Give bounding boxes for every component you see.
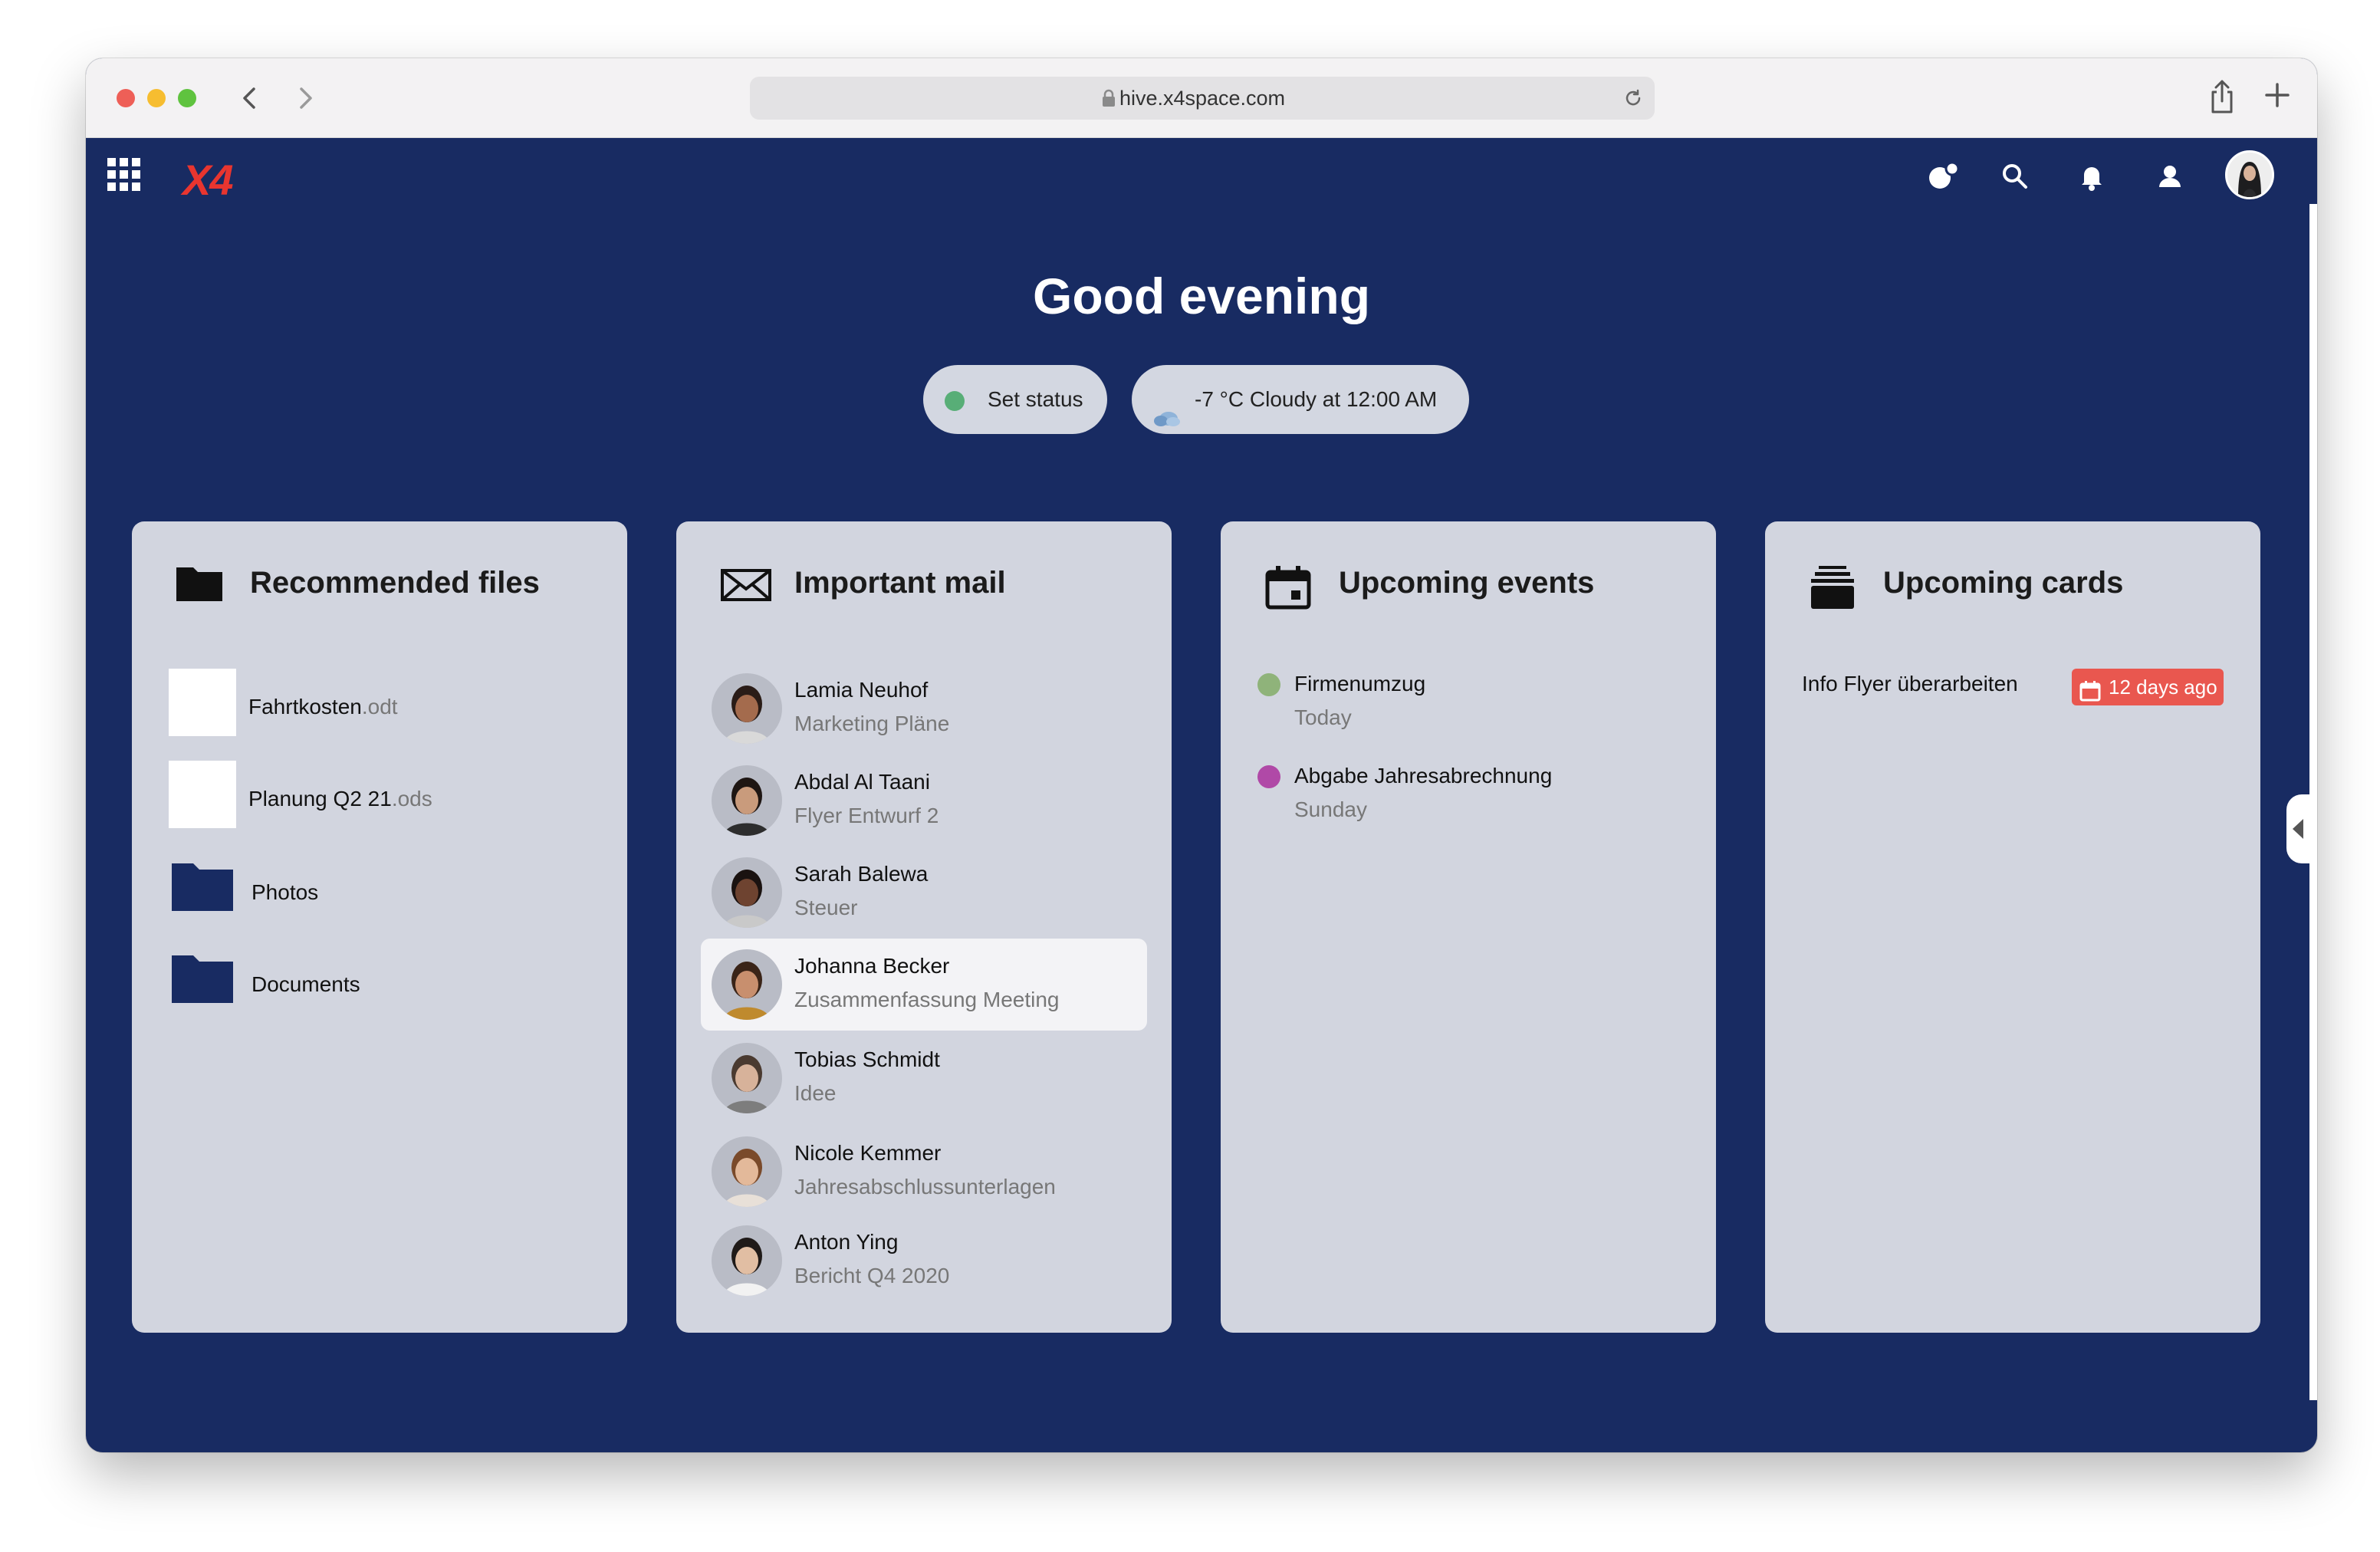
calendar-color-dot [1257,673,1280,696]
app-menu-icon[interactable] [107,158,141,196]
user-avatar[interactable] [2225,150,2274,199]
mail-sender: Lamia Neuhof [794,678,929,702]
event-name: Abgabe Jahresabrechnung [1294,764,1553,788]
file-extension: .ods [391,787,432,811]
mail-sender: Tobias Schmidt [794,1047,940,1071]
event-name: Firmenumzug [1294,672,1426,695]
notifications-icon[interactable] [2078,159,2106,197]
browser-toolbar: hive.x4space.com [86,58,2317,138]
mail-sender: Anton Ying [794,1230,899,1254]
set-status-button[interactable]: Set status [923,365,1107,434]
close-window-button[interactable] [117,89,135,107]
url-text: hive.x4space.com [1119,87,1286,110]
mail-sender: Nicole Kemmer [794,1141,942,1165]
folder-icon [172,952,233,1007]
sender-avatar [712,857,782,928]
mail-subject: Idee [794,1081,837,1105]
weather-button[interactable]: -7 °C Cloudy at 12:00 AM [1132,365,1469,434]
folder-name: Photos [251,880,319,904]
recommended-files-title: Recommended files [250,566,540,600]
contacts-icon[interactable] [2155,159,2185,197]
file-thumbnail [169,669,236,736]
important-mail-card: Important mail Lamia Neuhof Marketing Plä… [676,521,1172,1333]
zoom-window-button[interactable] [178,89,196,107]
mail-sender: Johanna Becker [794,954,950,978]
due-date-badge: 12 days ago [2072,669,2224,705]
sender-avatar [712,1225,782,1296]
dashboard-icon[interactable] [1926,159,1960,197]
mail-item[interactable]: Abdal Al Taani Flyer Entwurf 2 [701,755,1147,847]
file-name: Planung Q2 21 [248,787,392,811]
forward-icon[interactable] [287,80,324,117]
upcoming-cards-title: Upcoming cards [1883,566,2124,600]
mail-subject: Bericht Q4 2020 [794,1264,950,1287]
recommended-files-card: Recommended files Fahrtkosten.odt Planun… [132,521,627,1333]
weather-label: -7 °C Cloudy at 12:00 AM [1195,387,1438,411]
sender-avatar [712,765,782,836]
status-dot [945,391,965,411]
file-thumbnail [169,761,236,828]
folder-icon [172,860,233,915]
mail-subject: Zusammenfassung Meeting [794,988,1060,1011]
mail-sender: Sarah Balewa [794,862,929,886]
mail-subject: Steuer [794,896,858,919]
mail-item[interactable]: Lamia Neuhof Marketing Pläne [701,663,1147,755]
sender-avatar [712,1043,782,1113]
greeting-title: Good evening [1032,268,1371,324]
mail-item[interactable]: Tobias Schmidt Idee [701,1032,1147,1124]
scrollbar[interactable] [2309,204,2317,1400]
calendar-small-icon [2079,676,2101,713]
collapse-arrow-icon [2290,817,2305,844]
upcoming-events-card: Upcoming events Firmenumzug Today Abgabe J… [1221,521,1716,1333]
file-name: Fahrtkosten [248,695,362,718]
upcoming-cards-card: Upcoming cards Info Flyer überarbeiten 1… [1765,521,2260,1333]
mail-subject: Jahresabschlussunterlagen [794,1175,1056,1199]
deck-icon [1810,564,1856,614]
event-time: Sunday [1294,797,1367,821]
share-icon[interactable] [2207,78,2237,119]
mail-item[interactable]: Nicole Kemmer Jahresabschlussunterlagen [701,1126,1147,1218]
mail-subject: Marketing Pläne [794,712,950,735]
new-tab-icon[interactable] [2262,80,2293,114]
deck-card-title[interactable]: Info Flyer überarbeiten [1802,672,2018,696]
sender-avatar [712,949,782,1020]
file-extension: .odt [361,695,398,718]
sender-avatar [712,673,782,744]
set-status-label: Set status [988,387,1083,411]
calendar-color-dot [1257,765,1280,788]
mail-subject: Flyer Entwurf 2 [794,804,939,827]
mail-item[interactable]: Sarah Balewa Steuer [701,847,1147,939]
cloudy-icon [1152,388,1182,457]
calendar-icon [1265,564,1311,614]
sender-avatar [712,1136,782,1207]
minimize-window-button[interactable] [147,89,166,107]
browser-window: hive.x4space.com X4 Good evening Set sta… [86,58,2317,1452]
folder-name: Documents [251,972,360,996]
address-bar[interactable]: hive.x4space.com [750,77,1655,120]
important-mail-title: Important mail [794,566,1006,600]
mail-icon [721,569,771,605]
x4-logo[interactable]: X4 [182,155,233,205]
folder-icon [176,564,222,605]
due-date-text: 12 days ago [2109,676,2217,699]
mail-sender: Abdal Al Taani [794,770,930,794]
mail-item[interactable]: Anton Ying Bericht Q4 2020 [701,1215,1147,1307]
event-time: Today [1294,705,1352,729]
search-icon[interactable] [2000,159,2030,197]
mail-item[interactable]: Johanna Becker Zusammenfassung Meeting [701,939,1147,1031]
back-icon[interactable] [232,80,268,117]
upcoming-events-title: Upcoming events [1339,566,1595,600]
reload-icon[interactable] [1621,86,1645,114]
